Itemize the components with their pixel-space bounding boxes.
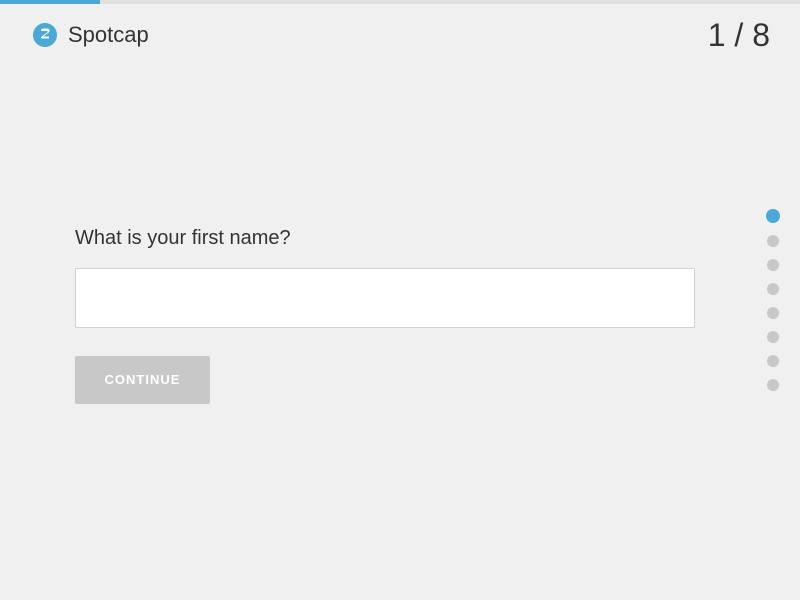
continue-button[interactable]: CONTINUE (75, 356, 210, 404)
step-dot-4[interactable] (767, 283, 779, 295)
header: Spotcap 1 / 8 (0, 0, 800, 70)
step-dot-1[interactable] (766, 209, 780, 223)
first-name-input[interactable] (75, 268, 695, 328)
step-counter: 1 / 8 (708, 17, 770, 54)
step-dot-2[interactable] (767, 235, 779, 247)
step-dot-8[interactable] (767, 379, 779, 391)
question-label: What is your first name? (75, 227, 740, 250)
logo: Spotcap (30, 20, 149, 50)
step-dots (766, 209, 780, 391)
main-content: What is your first name? CONTINUE (0, 70, 740, 600)
step-dot-3[interactable] (767, 259, 779, 271)
step-dot-7[interactable] (767, 355, 779, 367)
logo-text: Spotcap (68, 22, 149, 48)
step-dot-5[interactable] (767, 307, 779, 319)
step-dot-6[interactable] (767, 331, 779, 343)
spotcap-logo-icon (30, 20, 60, 50)
